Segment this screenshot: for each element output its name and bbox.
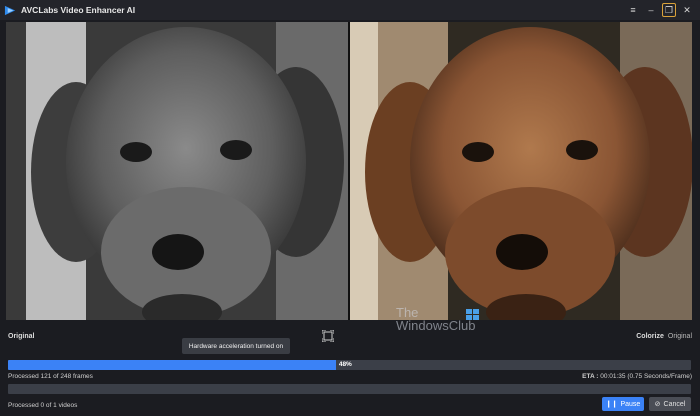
minimize-icon[interactable]: –	[644, 3, 658, 17]
title-bar: AVCLabs Video Enhancer AI ≡ – ❐ ✕	[0, 0, 700, 20]
original-dog-image	[6, 22, 348, 320]
window-controls: ≡ – ❐ ✕	[626, 3, 694, 17]
cancel-icon: ⊘	[654, 401, 661, 408]
cancel-button[interactable]: ⊘ Cancel	[649, 397, 691, 411]
frames-progress-percent: 48%	[338, 361, 352, 368]
eta-label: ETA :	[582, 373, 599, 380]
original-preview-pane	[6, 22, 348, 320]
original-label: Original	[8, 333, 35, 340]
eta-text: ETA : 00:01:35 (0.75 Seconds/Frame)	[582, 373, 692, 380]
app-logo-icon	[4, 5, 16, 15]
videos-progress-bar	[8, 384, 691, 394]
colorized-preview-pane	[350, 22, 692, 320]
restore-icon[interactable]: ❐	[662, 3, 676, 17]
original-label-right: Original	[667, 333, 692, 340]
colorized-dog-image	[350, 22, 692, 320]
pause-icon: ❙❙	[605, 401, 618, 408]
pause-button[interactable]: ❙❙ Pause	[602, 397, 644, 411]
menu-icon[interactable]: ≡	[626, 3, 640, 17]
eta-value: 00:01:35 (0.75 Seconds/Frame)	[600, 373, 692, 380]
frames-status-row: Processed 121 of 248 frames ETA : 00:01:…	[8, 373, 692, 380]
preview-label-row: Original Colorize Original	[8, 330, 692, 344]
frames-progress-fill	[8, 360, 336, 370]
colorize-label: Colorize	[636, 333, 664, 340]
compare-toggle-icon[interactable]	[322, 330, 334, 342]
app-title: AVCLabs Video Enhancer AI	[21, 5, 136, 15]
watermark-logo-icon	[466, 309, 479, 320]
frames-processed-text: Processed 121 of 248 frames	[8, 373, 93, 380]
videos-processed-text: Processed 0 of 1 videos	[8, 402, 78, 409]
output-labels: Colorize Original	[636, 333, 692, 340]
pause-label: Pause	[620, 400, 641, 408]
hardware-acceleration-tooltip: Hardware acceleration turned on	[182, 338, 290, 354]
preview-area	[6, 22, 692, 320]
close-icon[interactable]: ✕	[680, 3, 694, 17]
videos-status-row: Processed 0 of 1 videos	[8, 402, 692, 409]
cancel-label: Cancel	[663, 400, 686, 408]
